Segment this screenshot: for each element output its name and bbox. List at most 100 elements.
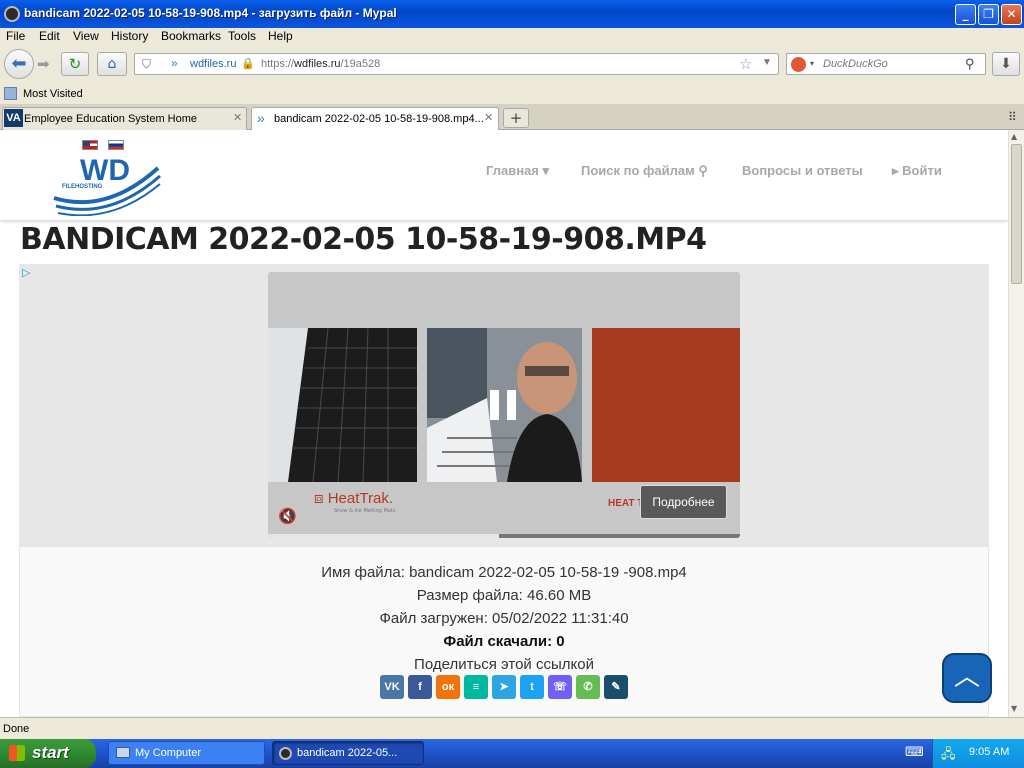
menu-help[interactable]: Help: [268, 29, 293, 43]
window-titlebar[interactable]: bandicam 2022-02-05 10-58-19-908.mp4 - з…: [0, 0, 1024, 28]
minimize-button[interactable]: _: [955, 4, 976, 25]
computer-icon: [116, 747, 130, 758]
ad-brand-logo: ⧈ HeatTrak.: [314, 490, 394, 507]
bookmarks-toolbar: Most Visited: [0, 84, 1024, 104]
back-button[interactable]: ⬅: [4, 49, 34, 79]
menu-tools[interactable]: Tools: [228, 29, 256, 43]
taskbar-item-label: bandicam 2022-05...: [297, 747, 398, 759]
share-whatsapp-button[interactable]: ✆: [576, 675, 600, 699]
home-button[interactable]: ⌂: [97, 52, 127, 76]
arrow-left-icon: ⬅: [11, 53, 27, 74]
share-vk-button[interactable]: VK: [380, 675, 404, 699]
site-logo[interactable]: WD FILEHOSTING: [52, 152, 162, 216]
menu-file[interactable]: File: [6, 29, 25, 43]
share-sms-button[interactable]: ≡: [464, 675, 488, 699]
ad-brand-tagline: Snow & Ice Melting Mats: [334, 508, 396, 514]
share-twitter-button[interactable]: t: [520, 675, 544, 699]
status-text: Done: [3, 723, 30, 735]
bookmark-most-visited[interactable]: Most Visited: [23, 88, 83, 100]
home-icon: ⌂: [107, 56, 117, 72]
nav-file-search[interactable]: Поиск по файлам ⚲: [581, 163, 708, 179]
reload-button[interactable]: ↻: [61, 52, 89, 76]
page-title: BANDICAM 2022-02-05 10-58-19-908.MP4: [20, 222, 707, 257]
tab-label: bandicam 2022-02-05 10-58-19-908.mp4...: [274, 113, 484, 125]
flag-ru-icon[interactable]: [108, 140, 124, 150]
duckduckgo-icon: [791, 57, 806, 72]
taskbar: start My Computer bandicam 2022-05... ⌨ …: [0, 739, 1024, 768]
video-ad-player[interactable]: ⧈ HeatTrak. Snow & Ice Melting Mats HEAT…: [268, 272, 740, 538]
share-livejournal-button[interactable]: ✎: [604, 675, 628, 699]
scroll-thumb[interactable]: [1011, 144, 1022, 284]
share-facebook-button[interactable]: f: [408, 675, 432, 699]
vertical-scrollbar[interactable]: ▲ ▼: [1008, 130, 1024, 717]
search-icon: ⚲: [698, 163, 708, 178]
url-dropdown-icon[interactable]: ▼: [762, 57, 772, 68]
ad-progress-fill: [268, 534, 500, 538]
windows-logo-icon: [9, 745, 25, 761]
bookmark-star-icon[interactable]: ☆: [739, 55, 752, 73]
wdfiles-favicon: »: [257, 110, 265, 126]
taskbar-item-my-computer[interactable]: My Computer: [108, 741, 265, 765]
forward-button[interactable]: ➡: [37, 55, 50, 73]
close-button[interactable]: ✕: [1001, 4, 1022, 25]
scroll-up-icon[interactable]: ▲: [1011, 132, 1017, 141]
start-button[interactable]: start: [0, 739, 96, 768]
status-bar: Done: [0, 717, 1024, 739]
file-name: Имя файла: bandicam 2022-02-05 10-58-19 …: [321, 564, 687, 581]
menu-view[interactable]: View: [73, 29, 99, 43]
shield-icon: ⛉: [142, 57, 152, 71]
scroll-down-icon[interactable]: ▼: [1011, 704, 1017, 713]
most-visited-icon: [4, 87, 17, 100]
mute-icon[interactable]: 🔇: [278, 507, 297, 525]
downloads-button[interactable]: ⬇: [992, 52, 1020, 76]
search-box[interactable]: ▾ DuckDuckGo ⚲: [786, 53, 986, 75]
maximize-button[interactable]: ❐: [978, 4, 999, 25]
menu-edit[interactable]: Edit: [39, 29, 60, 43]
ad-frame-red: [592, 328, 740, 482]
new-tab-button[interactable]: +: [503, 108, 529, 128]
network-icon[interactable]: 🖧: [941, 745, 956, 767]
lock-icon: 🔒: [241, 58, 255, 70]
tab-list-icon[interactable]: ⠿: [1008, 110, 1017, 124]
flag-en-icon[interactable]: [82, 140, 98, 150]
reload-icon: ↻: [68, 55, 82, 73]
system-tray: 🖧 9:05 AM: [932, 739, 1024, 768]
nav-login[interactable]: ▸ Войти: [892, 163, 942, 179]
ad-choices-icon[interactable]: ▷: [22, 266, 30, 279]
ad-cta-button[interactable]: Подробнее: [640, 485, 727, 519]
file-size: Размер файла: 46.60 MB: [416, 587, 592, 604]
va-favicon: VA: [4, 109, 23, 127]
download-arrow-icon: ⬇: [1000, 56, 1012, 72]
tab-bandicam[interactable]: » bandicam 2022-02-05 10-58-19-908.mp4..…: [251, 107, 499, 130]
search-engine-dropdown-icon[interactable]: ▾: [810, 59, 814, 68]
taskbar-item-bandicam[interactable]: bandicam 2022-05...: [272, 741, 424, 765]
clock: 9:05 AM: [969, 746, 1010, 758]
close-tab-icon[interactable]: ✕: [233, 111, 242, 124]
caret-right-icon: ▸: [892, 163, 899, 178]
mat-image: [268, 328, 417, 482]
share-odnoklassniki-button[interactable]: ок: [436, 675, 460, 699]
menu-bookmarks[interactable]: Bookmarks: [161, 29, 221, 43]
menu-history[interactable]: History: [111, 29, 148, 43]
ad-frame-mats: [268, 328, 417, 482]
app-icon: [4, 6, 20, 22]
search-input[interactable]: DuckDuckGo: [823, 58, 888, 70]
close-tab-icon[interactable]: ✕: [484, 111, 493, 124]
scroll-to-top-button[interactable]: ︿: [942, 653, 992, 703]
keyboard-icon[interactable]: ⌨: [905, 745, 924, 760]
share-viber-button[interactable]: ☏: [548, 675, 572, 699]
share-label: Поделиться этой ссылкой: [414, 656, 594, 673]
tab-employee-education[interactable]: VA Employee Education System Home ✕: [2, 107, 247, 130]
tab-label: Employee Education System Home: [24, 113, 198, 125]
search-icon[interactable]: ⚲: [965, 56, 975, 72]
taskbar-item-label: My Computer: [135, 747, 202, 759]
menu-bar: File Edit View History Bookmarks Tools H…: [0, 28, 1024, 46]
url-text[interactable]: https://wdfiles.ru/19a528: [261, 58, 380, 70]
pause-icon[interactable]: [490, 390, 516, 420]
nav-faq[interactable]: Вопросы и ответы: [742, 163, 863, 178]
url-bar[interactable]: ⛉ » wdfiles.ru 🔒 https://wdfiles.ru/19a5…: [134, 53, 779, 75]
site-identity-label[interactable]: wdfiles.ru: [190, 58, 236, 70]
share-telegram-button[interactable]: ➤: [492, 675, 516, 699]
nav-home[interactable]: Главная ▾: [486, 163, 549, 179]
site-header: WD FILEHOSTING Главная ▾ Поиск по файлам…: [0, 130, 1008, 220]
